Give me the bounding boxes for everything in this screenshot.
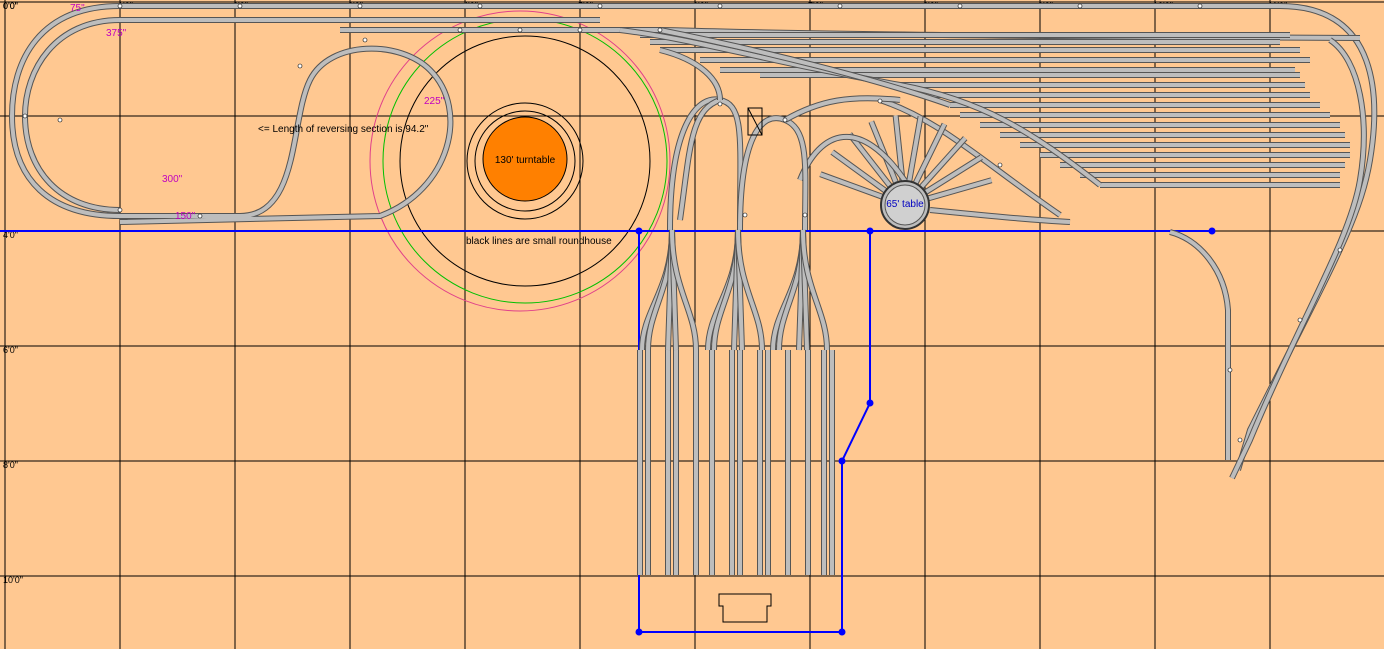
track-plan: 0'0"1'0"2'0"3'0"4'0"5'0"6'0"7'0"8'0"9'0"… <box>0 0 1384 649</box>
turntable-big-icon: 130' turntable <box>482 116 568 202</box>
turnout-icon <box>1297 317 1303 323</box>
turnout-icon <box>457 27 463 33</box>
turnout-icon <box>742 212 748 218</box>
turnout-icon <box>362 37 368 43</box>
turnout-icon <box>517 27 523 33</box>
left-label: 6'0" <box>3 345 18 355</box>
turnout-icon <box>117 207 123 213</box>
length-label-225: 225" <box>424 96 445 107</box>
turntable-small-label: 65' table <box>886 199 924 210</box>
turnout-icon <box>1227 367 1233 373</box>
track-segment <box>119 45 454 225</box>
turnout-icon <box>197 213 203 219</box>
turnout-icon <box>297 63 303 69</box>
turnout-icon <box>477 3 483 9</box>
turnout-icon <box>237 3 243 9</box>
turnout-icon <box>1237 437 1243 443</box>
turnout-icon <box>117 3 123 9</box>
turnout-icon <box>717 101 723 107</box>
tracks <box>8 3 1378 575</box>
turnout-icon <box>57 117 63 123</box>
wiring <box>0 227 1216 636</box>
length-label-150: 150" <box>175 211 196 222</box>
turnout-icon <box>22 113 28 119</box>
turnout-icon <box>577 27 583 33</box>
turntable-small-icon: 65' table <box>880 180 930 230</box>
turnout-icon <box>1337 247 1343 253</box>
turnout-icon <box>782 117 788 123</box>
turnout-icon <box>1197 3 1203 9</box>
turntable-big-label: 130' turntable <box>495 155 556 166</box>
length-label-375: 375" <box>106 28 127 39</box>
turnout-icon <box>357 3 363 9</box>
building-icon <box>718 593 772 623</box>
left-label: 10'0" <box>3 575 23 585</box>
roundhouse-note: black lines are small roundhouse <box>466 236 612 247</box>
turnout-icon <box>877 98 883 104</box>
turnout-icon <box>802 212 808 218</box>
left-label: 8'0" <box>3 460 18 470</box>
length-label-75: 75" <box>70 3 85 14</box>
length-label-300: 300" <box>162 174 183 185</box>
turnout-icon <box>997 162 1003 168</box>
track-segment <box>21 17 121 213</box>
turnout-icon <box>957 3 963 9</box>
turnout-icon <box>717 3 723 9</box>
turnout-icon <box>1077 3 1083 9</box>
turnout-icon <box>657 27 663 33</box>
turnout-icon <box>837 3 843 9</box>
turnout-icon <box>597 3 603 9</box>
left-label: 0'0" <box>3 1 18 11</box>
reversing-note: <= Length of reversing section is 94.2" <box>258 124 429 135</box>
